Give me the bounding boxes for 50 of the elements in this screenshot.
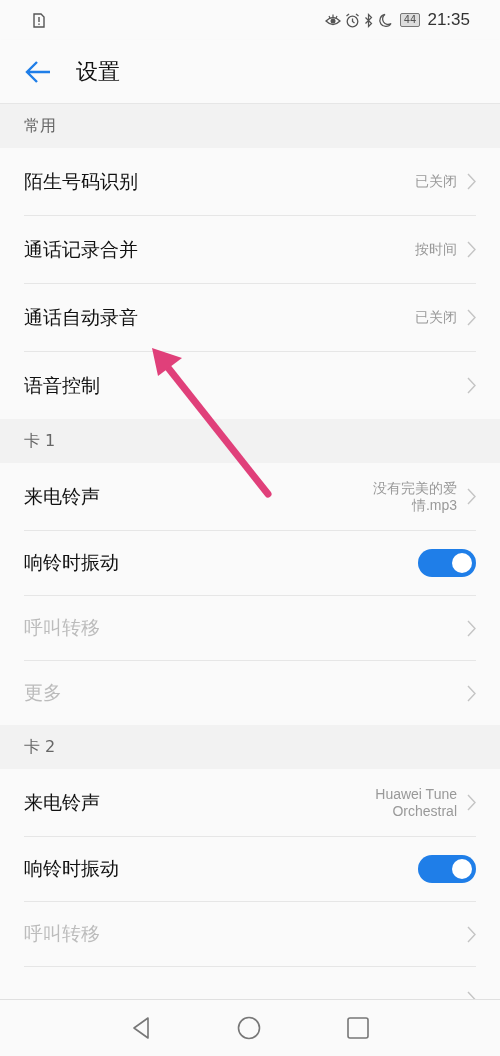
row-label: 来电铃声 — [24, 789, 100, 815]
row-value: 已关闭 — [414, 173, 457, 190]
settings-row[interactable]: 来电铃声 没有完美的爱情.mp3 — [24, 463, 476, 531]
settings-row[interactable]: 语音控制 — [24, 352, 476, 419]
sim-alert-icon — [33, 12, 45, 28]
toggle-switch[interactable] — [418, 855, 476, 883]
back-nav-icon[interactable] — [131, 1016, 151, 1040]
toggle-switch[interactable] — [418, 549, 476, 577]
chevron-icon — [467, 684, 476, 702]
section-header: 常用 — [24, 115, 56, 137]
row-label: 响铃时振动 — [24, 856, 119, 881]
chevron-icon — [467, 309, 476, 326]
section-header: 卡 2 — [24, 736, 56, 758]
row-value: Huawei Tune Orchestral — [374, 785, 457, 820]
bluetooth-icon — [363, 12, 374, 28]
row-value: 没有完美的爱情.mp3 — [372, 479, 457, 514]
settings-row[interactable]: 响铃时振动 — [24, 837, 476, 902]
settings-row[interactable]: 来电铃声 Huawei Tune Orchestral — [24, 769, 476, 837]
section-header: 卡 1 — [24, 430, 56, 452]
row-label: 来电铃声 — [24, 483, 100, 509]
row-label: 通话记录合并 — [24, 236, 138, 262]
settings-row[interactable]: 通话自动录音 已关闭 — [24, 284, 476, 352]
row-value: 按时间 — [414, 241, 457, 258]
row-label: 通话自动录音 — [24, 304, 138, 330]
row-label: 语音控制 — [24, 372, 100, 398]
settings-row[interactable]: 响铃时振动 — [24, 531, 476, 596]
chevron-icon — [467, 794, 476, 811]
row-label: 响铃时振动 — [24, 550, 119, 575]
page-title: 设置 — [76, 57, 120, 86]
chevron-icon — [467, 619, 476, 637]
moon-icon — [377, 12, 392, 28]
chevron-icon — [467, 377, 476, 394]
clock-time: 21:35 — [427, 10, 470, 30]
home-nav-icon[interactable] — [237, 1016, 261, 1040]
row-label: 陌生号码识别 — [24, 168, 138, 194]
row-label: 呼叫转移 — [24, 921, 100, 946]
row-value: 已关闭 — [414, 309, 457, 326]
chevron-icon — [467, 488, 476, 505]
alarm-icon — [344, 12, 360, 28]
recents-nav-icon[interactable] — [347, 1017, 369, 1039]
battery-level: 44 — [399, 13, 421, 27]
row-label: 更多 — [24, 680, 62, 705]
chevron-icon — [467, 241, 476, 258]
eye-icon — [324, 13, 341, 27]
settings-row[interactable]: 通话记录合并 按时间 — [24, 216, 476, 284]
chevron-icon — [467, 173, 476, 190]
row-label: 呼叫转移 — [24, 615, 100, 640]
settings-row[interactable]: 陌生号码识别 已关闭 — [24, 148, 476, 216]
back-button[interactable] — [24, 59, 52, 84]
chevron-icon — [467, 925, 476, 943]
